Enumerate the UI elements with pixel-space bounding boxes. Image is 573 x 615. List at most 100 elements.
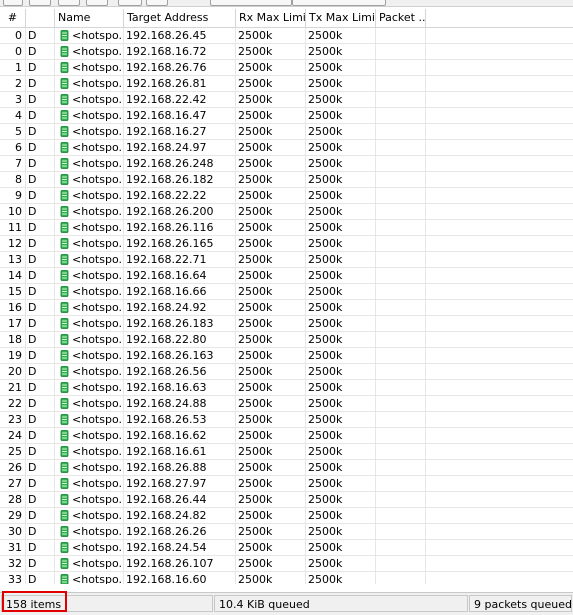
row-name: <hotspo... <box>56 348 123 363</box>
row-flag: D <box>28 365 37 378</box>
table-row[interactable]: 3D <hotspo...192.168.22.42 2500k 2500k <box>0 92 573 108</box>
table-row[interactable]: 6D <hotspo...192.168.24.97 2500k 2500k <box>0 140 573 156</box>
table-row[interactable]: 29 D <hotspo...192.168.24.82 2500k 2500k <box>0 508 573 524</box>
row-name-label: <hotspo... <box>72 189 123 202</box>
table-row[interactable]: 20 D <hotspo...192.168.26.56 2500k 2500k <box>0 364 573 380</box>
column-header-flags[interactable] <box>26 9 55 27</box>
row-flag: D <box>28 269 37 282</box>
toolbar <box>0 0 573 7</box>
remove-button[interactable] <box>29 0 51 6</box>
table-row[interactable]: 28 D <hotspo...192.168.26.44 2500k 2500k <box>0 492 573 508</box>
row-name-label: <hotspo... <box>72 413 123 426</box>
table-row[interactable]: 32 D <hotspo...192.168.26.107 2500k 2500k <box>0 556 573 572</box>
table-row[interactable]: 1D <hotspo...192.168.26.76 2500k 2500k <box>0 60 573 76</box>
row-target-address: 192.168.16.64 <box>126 269 207 282</box>
row-rx-max-limit: 2500k <box>238 173 273 186</box>
table-row[interactable]: 12 D <hotspo...192.168.26.165 2500k 2500k <box>0 236 573 252</box>
row-name: <hotspo... <box>56 332 123 347</box>
column-header-target-address[interactable]: Target Address <box>124 9 236 27</box>
table-row[interactable]: 17 D <hotspo...192.168.26.183 2500k 2500k <box>0 316 573 332</box>
column-header-name[interactable]: Name <box>55 9 124 27</box>
table-row[interactable]: 30 D <hotspo...192.168.26.26 2500k 2500k <box>0 524 573 540</box>
table-row[interactable]: 25 D <hotspo...192.168.16.61 2500k 2500k <box>0 444 573 460</box>
simple-queue-icon <box>60 366 69 377</box>
row-flag: D <box>28 301 37 314</box>
table-row[interactable]: 18 D <hotspo...192.168.22.80 2500k 2500k <box>0 332 573 348</box>
row-target-address: 192.168.26.76 <box>126 61 207 74</box>
row-tx-max-limit: 2500k <box>308 29 343 42</box>
row-tx-max-limit: 2500k <box>308 541 343 554</box>
table-row[interactable]: 16 D <hotspo...192.168.24.92 2500k 2500k <box>0 300 573 316</box>
row-number: 10 <box>8 205 22 218</box>
column-header-rx-max-limit[interactable]: Rx Max Limit <box>236 9 306 27</box>
table-row[interactable]: 5D <hotspo...192.168.16.27 2500k 2500k <box>0 124 573 140</box>
table-row[interactable]: 26 D <hotspo...192.168.26.88 2500k 2500k <box>0 460 573 476</box>
row-number: 32 <box>8 557 22 570</box>
table-row[interactable]: 7D <hotspo...192.168.26.248 2500k 2500k <box>0 156 573 172</box>
row-target-address: 192.168.26.81 <box>126 77 207 90</box>
table-row[interactable]: 33 D <hotspo...192.168.16.60 2500k 2500k <box>0 572 573 584</box>
table-row[interactable]: 4D <hotspo...192.168.16.47 2500k 2500k <box>0 108 573 124</box>
table-row[interactable]: 21 D <hotspo...192.168.16.63 2500k 2500k <box>0 380 573 396</box>
table-row[interactable]: 0D <hotspo...192.168.26.45 2500k 2500k <box>0 28 573 44</box>
filter-button[interactable] <box>146 0 168 6</box>
table-row[interactable]: 27 D <hotspo...192.168.27.97 2500k 2500k <box>0 476 573 492</box>
simple-queue-icon <box>60 94 69 105</box>
row-flag: D <box>28 93 37 106</box>
table-row[interactable]: 13 D <hotspo...192.168.22.71 2500k 2500k <box>0 252 573 268</box>
row-name-label: <hotspo... <box>72 93 123 106</box>
row-number: 5 <box>15 125 22 138</box>
row-number: 27 <box>8 477 22 490</box>
row-name: <hotspo... <box>56 540 123 555</box>
table-row[interactable]: 8D <hotspo...192.168.26.182 2500k 2500k <box>0 172 573 188</box>
table-row[interactable]: 10 D <hotspo...192.168.26.200 2500k 2500k <box>0 204 573 220</box>
simple-queue-icon <box>60 494 69 505</box>
table-row[interactable]: 0D <hotspo...192.168.16.72 2500k 2500k <box>0 44 573 60</box>
row-target-address: 192.168.26.163 <box>126 349 214 362</box>
row-flag: D <box>28 61 37 74</box>
table-row[interactable]: 9D <hotspo...192.168.22.22 2500k 2500k <box>0 188 573 204</box>
row-target-address: 192.168.24.92 <box>126 301 207 314</box>
row-name: <hotspo... <box>56 316 123 331</box>
row-number: 25 <box>8 445 22 458</box>
table-row[interactable]: 23 D <hotspo...192.168.26.53 2500k 2500k <box>0 412 573 428</box>
row-tx-max-limit: 2500k <box>308 301 343 314</box>
table-row[interactable]: 2D <hotspo...192.168.26.81 2500k 2500k <box>0 76 573 92</box>
comment-button[interactable] <box>118 0 142 6</box>
row-name: <hotspo... <box>56 508 123 523</box>
row-tx-max-limit: 2500k <box>308 397 343 410</box>
table-row[interactable]: 22 D <hotspo...192.168.24.88 2500k 2500k <box>0 396 573 412</box>
table-row[interactable]: 14 D <hotspo...192.168.16.64 2500k 2500k <box>0 268 573 284</box>
table-row[interactable]: 24 D <hotspo...192.168.16.62 2500k 2500k <box>0 428 573 444</box>
row-number: 12 <box>8 237 22 250</box>
table-row[interactable]: 31 D <hotspo...192.168.24.54 2500k 2500k <box>0 540 573 556</box>
simple-queue-icon <box>60 190 69 201</box>
row-flag: D <box>28 333 37 346</box>
row-name-label: <hotspo... <box>72 317 123 330</box>
disable-button[interactable] <box>86 0 108 6</box>
simple-queue-icon <box>60 334 69 345</box>
row-number: 2 <box>15 77 22 90</box>
row-name: <hotspo... <box>56 220 123 235</box>
column-header-packet-marks[interactable]: Packet ... <box>376 9 426 27</box>
add-button[interactable] <box>3 0 23 6</box>
row-name: <hotspo... <box>56 44 123 59</box>
table-row[interactable]: 15 D <hotspo...192.168.16.66 2500k 2500k <box>0 284 573 300</box>
row-target-address: 192.168.24.54 <box>126 541 207 554</box>
table-row[interactable]: 11 D <hotspo...192.168.26.116 2500k 2500k <box>0 220 573 236</box>
reset-counters-button[interactable] <box>210 0 292 6</box>
simple-queue-icon <box>60 126 69 137</box>
row-tx-max-limit: 2500k <box>308 461 343 474</box>
row-flag: D <box>28 509 37 522</box>
reset-all-counters-button[interactable] <box>292 0 386 6</box>
row-tx-max-limit: 2500k <box>308 557 343 570</box>
enable-button[interactable] <box>58 0 80 6</box>
column-header-tx-max-limit[interactable]: Tx Max Limit <box>306 9 376 27</box>
row-target-address: 192.168.16.72 <box>126 45 207 58</box>
row-target-address: 192.168.26.44 <box>126 493 207 506</box>
row-tx-max-limit: 2500k <box>308 573 343 584</box>
row-rx-max-limit: 2500k <box>238 429 273 442</box>
table-row[interactable]: 19 D <hotspo...192.168.26.163 2500k 2500k <box>0 348 573 364</box>
column-header-number[interactable]: # <box>0 9 26 27</box>
row-name-label: <hotspo... <box>72 125 123 138</box>
